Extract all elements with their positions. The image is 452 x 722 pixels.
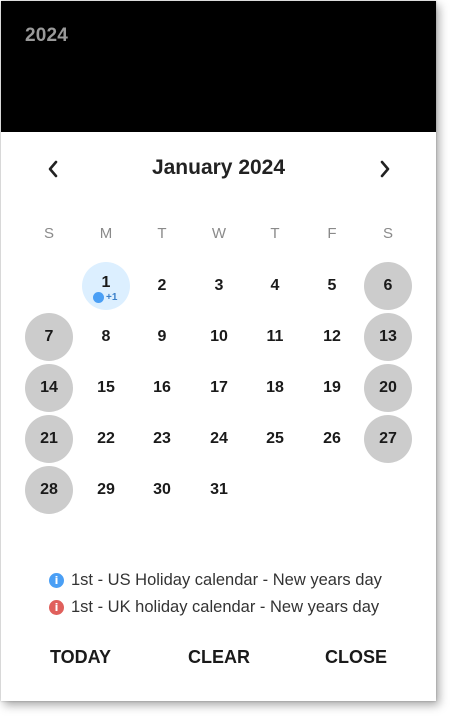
weekday-label: T	[157, 225, 167, 242]
info-icon: i	[49, 573, 64, 588]
day-cell-selected[interactable]: 1 +1	[82, 262, 130, 310]
event-legend-item: i 1st - UK holiday calendar - New years …	[49, 598, 379, 617]
clear-button[interactable]: CLEAR	[188, 647, 250, 668]
day-cell[interactable]: 16	[138, 364, 186, 412]
day-number: 1	[101, 274, 111, 291]
event-label: 1st - US Holiday calendar - New years da…	[71, 571, 382, 589]
day-cell[interactable]: 29	[82, 466, 130, 514]
day-cell[interactable]: 20	[364, 364, 412, 412]
close-button[interactable]: CLOSE	[325, 647, 387, 668]
picker-header: 2024	[1, 1, 436, 132]
weekday-label: S	[382, 225, 393, 242]
next-month-button[interactable]	[369, 153, 401, 185]
day-cell[interactable]: 25	[251, 415, 299, 463]
event-more-count: +1	[106, 292, 118, 303]
day-cell[interactable]: 15	[82, 364, 130, 412]
day-cell[interactable]: 12	[308, 313, 356, 361]
day-cell[interactable]: 17	[195, 364, 243, 412]
day-cell[interactable]: 14	[25, 364, 73, 412]
day-cell[interactable]: 3	[195, 262, 243, 310]
today-button[interactable]: TODAY	[50, 647, 111, 668]
event-label: 1st - UK holiday calendar - New years da…	[71, 598, 380, 616]
event-indicator: +1	[93, 292, 117, 303]
year-label[interactable]: 2024	[25, 25, 68, 47]
day-cell[interactable]: 30	[138, 466, 186, 514]
day-cell[interactable]: 7	[25, 313, 73, 361]
day-cell[interactable]: 24	[195, 415, 243, 463]
day-cell[interactable]: 22	[82, 415, 130, 463]
weekday-label: S	[43, 225, 54, 242]
day-cell[interactable]: 21	[25, 415, 73, 463]
weekday-label: F	[327, 225, 337, 242]
day-cell[interactable]: 18	[251, 364, 299, 412]
day-cell[interactable]: 27	[364, 415, 412, 463]
weekday-label: W	[211, 225, 227, 242]
day-cell[interactable]: 6	[364, 262, 412, 310]
day-cell[interactable]: 9	[138, 313, 186, 361]
date-picker-dialog: 2024 January 2024 SMTWTFS 1 +1 2 3 4 5 6 7 8 9 10 1…	[1, 1, 436, 701]
day-cell[interactable]: 2	[138, 262, 186, 310]
day-cell[interactable]: 28	[25, 466, 73, 514]
info-icon: i	[49, 600, 64, 615]
day-cell[interactable]: 11	[251, 313, 299, 361]
weekday-label: T	[270, 225, 280, 242]
day-cell[interactable]: 8	[82, 313, 130, 361]
chevron-right-icon	[380, 160, 390, 178]
day-cell[interactable]: 10	[195, 313, 243, 361]
day-cell[interactable]: 26	[308, 415, 356, 463]
day-cell[interactable]: 4	[251, 262, 299, 310]
event-legend-item: i 1st - US Holiday calendar - New years …	[49, 571, 382, 590]
day-cell[interactable]: 31	[195, 466, 243, 514]
weekday-label: M	[99, 225, 113, 242]
day-cell[interactable]: 19	[308, 364, 356, 412]
event-dot-icon	[93, 292, 104, 303]
day-cell[interactable]: 13	[364, 313, 412, 361]
day-cell[interactable]: 5	[308, 262, 356, 310]
day-cell[interactable]: 23	[138, 415, 186, 463]
